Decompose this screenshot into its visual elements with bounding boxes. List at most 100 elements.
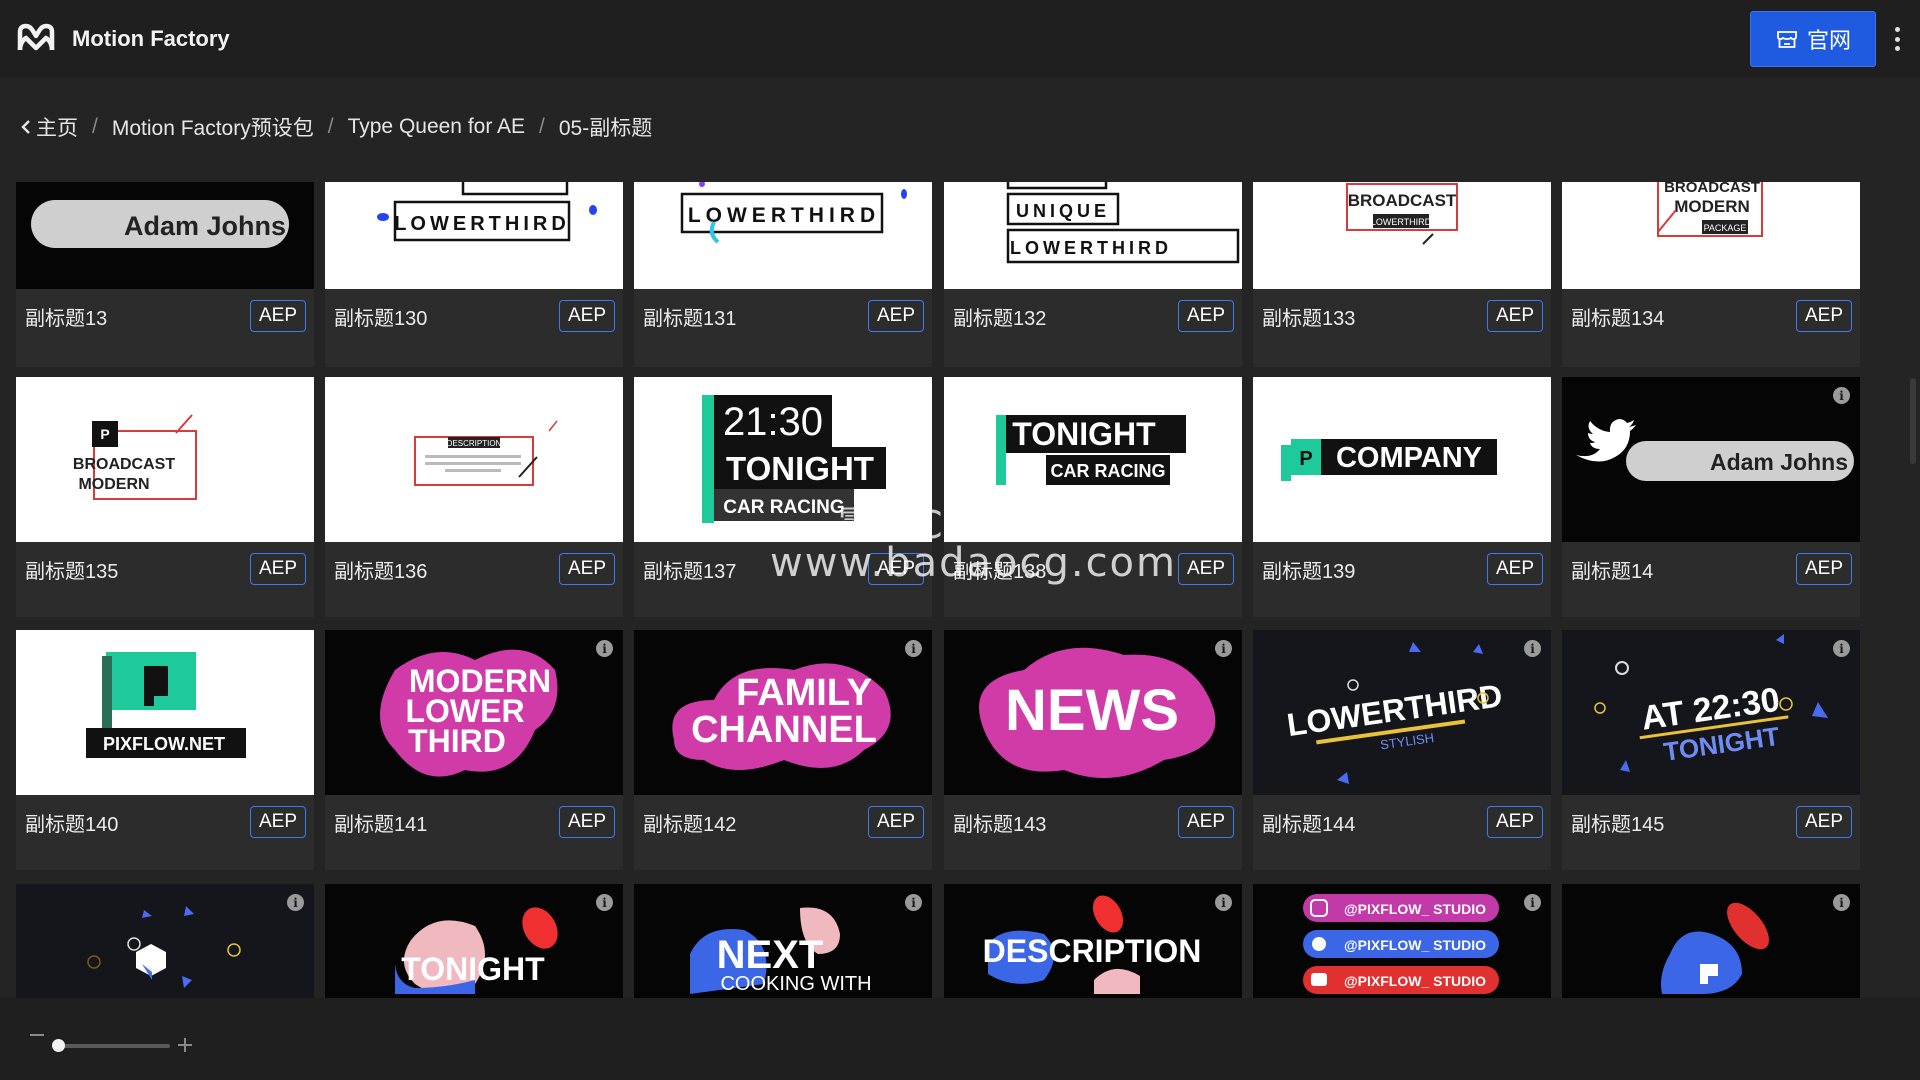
preset-card[interactable]: DESCRIPTION 副标题136 AEP [325, 377, 623, 617]
info-icon[interactable]: i [596, 894, 613, 911]
preset-card[interactable]: NEXT COOKING WITH i [634, 884, 932, 998]
format-badge: AEP [1487, 553, 1543, 585]
zoom-in-icon[interactable] [178, 1038, 192, 1052]
preset-card[interactable]: FAMILY CHANNEL i 副标题142 AEP [634, 630, 932, 870]
preset-card[interactable]: i [16, 884, 314, 998]
thumb-text: CAR RACING [1051, 461, 1166, 481]
preset-thumbnail[interactable]: P BROADCAST MODERN [16, 377, 314, 542]
info-icon[interactable]: i [1215, 640, 1232, 657]
preset-card[interactable]: AT 22:30 TONIGHT i 副标题145 AEP [1562, 630, 1860, 870]
thumb-text: TONIGHT [1012, 416, 1156, 452]
preset-card[interactable]: TONIGHT i [325, 884, 623, 998]
preset-thumbnail[interactable]: P COMPANY [1253, 377, 1551, 542]
preset-thumbnail[interactable]: Adam Johns [16, 182, 314, 289]
format-badge: AEP [868, 806, 924, 838]
format-badge: AEP [250, 300, 306, 332]
thumb-text: BROADCAST [73, 456, 175, 473]
preset-card[interactable]: P BROADCAST MODERN 副标题135 AEP [16, 377, 314, 617]
preset-thumbnail[interactable]: NEXT COOKING WITH i [634, 884, 932, 998]
thumb-text: COMPANY [1336, 442, 1482, 474]
thumb-text: CAR RACING [723, 497, 844, 518]
info-icon[interactable]: i [287, 894, 304, 911]
zoom-out-icon[interactable] [30, 1034, 44, 1036]
preset-card[interactable]: Adam Johns 副标题13 AEP [16, 182, 314, 367]
thumb-text: @PIXFLOW_ STUDIO [1344, 901, 1486, 917]
thumb-text: DESCRIPTION [983, 933, 1202, 969]
preset-card[interactable]: BROADCAST LOWERTHIRD 副标题133 AEP [1253, 182, 1551, 367]
preset-card[interactable]: Adam Johns i 副标题14 AEP [1562, 377, 1860, 617]
app-title[interactable]: Motion Factory [72, 26, 230, 52]
preset-card[interactable]: P COMPANY 副标题139 AEP [1253, 377, 1551, 617]
more-menu-icon[interactable] [1890, 24, 1904, 54]
preset-thumbnail[interactable]: NEWS i [944, 630, 1242, 795]
preset-thumbnail[interactable]: AT 22:30 TONIGHT i [1562, 630, 1860, 795]
breadcrumb-item-collection[interactable]: Type Queen for AE [348, 115, 525, 139]
zoom-slider-track[interactable] [52, 1044, 170, 1048]
preset-thumbnail[interactable]: BROADCAST LOWERTHIRD [1253, 182, 1551, 289]
preset-thumbnail[interactable]: UNIQUE LOWERTHIRD [944, 182, 1242, 289]
preset-thumbnail[interactable]: LOWERTHIRD STYLISH i [1253, 630, 1551, 795]
info-icon[interactable]: i [1833, 894, 1850, 911]
thumb-text: MODERN [1674, 197, 1750, 216]
motion-factory-logo-icon[interactable] [16, 22, 56, 56]
thumb-text: PACKAGE [1704, 223, 1747, 233]
breadcrumb: 主页 / Motion Factory预设包 / Type Queen for … [20, 112, 652, 142]
thumb-text: 21:30 [723, 400, 823, 444]
breadcrumb-item-pack[interactable]: Motion Factory预设包 [112, 112, 314, 142]
preset-card[interactable]: UNIQUE LOWERTHIRD 副标题132 AEP [944, 182, 1242, 367]
info-icon[interactable]: i [1833, 387, 1850, 404]
chevron-left-icon[interactable] [20, 119, 32, 135]
preset-card[interactable]: i [1562, 884, 1860, 998]
preset-name: 副标题144 [1262, 814, 1356, 836]
preset-name: 副标题141 [334, 814, 428, 836]
breadcrumb-item-current: 05-副标题 [558, 117, 653, 140]
preset-thumbnail[interactable]: FAMILY CHANNEL i [634, 630, 932, 795]
info-icon[interactable]: i [905, 894, 922, 911]
thumb-text: BROADCAST [1348, 191, 1457, 210]
preset-card[interactable]: @PIXFLOW_ STUDIO @PIXFLOW_ STUDIO @PIXFL… [1253, 884, 1551, 998]
preset-card[interactable]: NEWS i 副标题143 AEP [944, 630, 1242, 870]
preset-thumbnail[interactable]: i [16, 884, 314, 998]
zoom-slider-handle[interactable] [52, 1039, 65, 1052]
info-icon[interactable]: i [1524, 894, 1541, 911]
preset-thumbnail[interactable]: MODERN LOWER THIRD i [325, 630, 623, 795]
preset-thumbnail[interactable]: LOWERTHIRD [634, 182, 932, 289]
thumb-text: CHANNEL [691, 709, 877, 751]
preset-name: 副标题13 [25, 308, 108, 330]
preset-thumbnail[interactable]: TONIGHT i [325, 884, 623, 998]
watermark-url: www.badaocg.com [770, 540, 1177, 586]
preset-card[interactable]: BROADCAST MODERN PACKAGE 副标题134 AEP [1562, 182, 1860, 367]
format-badge: AEP [1178, 553, 1234, 585]
official-site-button[interactable]: 官网 [1750, 11, 1876, 67]
preset-thumbnail[interactable]: DESCRIPTION [325, 377, 623, 542]
breadcrumb-item-home[interactable]: 主页 [36, 112, 78, 142]
preset-thumbnail[interactable]: LOWERTHIRD [325, 182, 623, 289]
info-icon[interactable]: i [1524, 640, 1541, 657]
preset-card[interactable]: MODERN LOWER THIRD i 副标题141 AEP [325, 630, 623, 870]
format-badge: AEP [1796, 806, 1852, 838]
thumb-text: PIXFLOW.NET [103, 734, 225, 754]
store-icon [1777, 31, 1797, 48]
info-icon[interactable]: i [1215, 894, 1232, 911]
preset-card[interactable]: PIXFLOW.NET 副标题140 AEP [16, 630, 314, 870]
vertical-scrollbar[interactable] [1910, 378, 1916, 464]
preset-name: 副标题140 [25, 814, 119, 836]
preset-card[interactable]: LOWERTHIRD 副标题131 AEP [634, 182, 932, 367]
preset-card[interactable]: LOWERTHIRD STYLISH i 副标题144 AEP [1253, 630, 1551, 870]
preset-card[interactable]: LOWERTHIRD 副标题130 AEP [325, 182, 623, 367]
preset-thumbnail[interactable]: PIXFLOW.NET [16, 630, 314, 795]
preset-name: 副标题134 [1571, 308, 1665, 330]
thumb-text: @PIXFLOW_ STUDIO [1344, 937, 1486, 953]
preset-thumbnail[interactable]: i [1562, 884, 1860, 998]
preset-thumbnail[interactable]: DESCRIPTION i [944, 884, 1242, 998]
preset-thumbnail[interactable]: BROADCAST MODERN PACKAGE [1562, 182, 1860, 289]
info-icon[interactable]: i [596, 640, 613, 657]
info-icon[interactable]: i [1833, 640, 1850, 657]
thumb-text: @PIXFLOW_ STUDIO [1344, 973, 1486, 989]
thumb-text: Adam Johns [1710, 449, 1848, 475]
preset-thumbnail[interactable]: Adam Johns i [1562, 377, 1860, 542]
preset-card[interactable]: DESCRIPTION i [944, 884, 1242, 998]
preset-name: 副标题135 [25, 561, 119, 583]
info-icon[interactable]: i [905, 640, 922, 657]
preset-thumbnail[interactable]: @PIXFLOW_ STUDIO @PIXFLOW_ STUDIO @PIXFL… [1253, 884, 1551, 998]
